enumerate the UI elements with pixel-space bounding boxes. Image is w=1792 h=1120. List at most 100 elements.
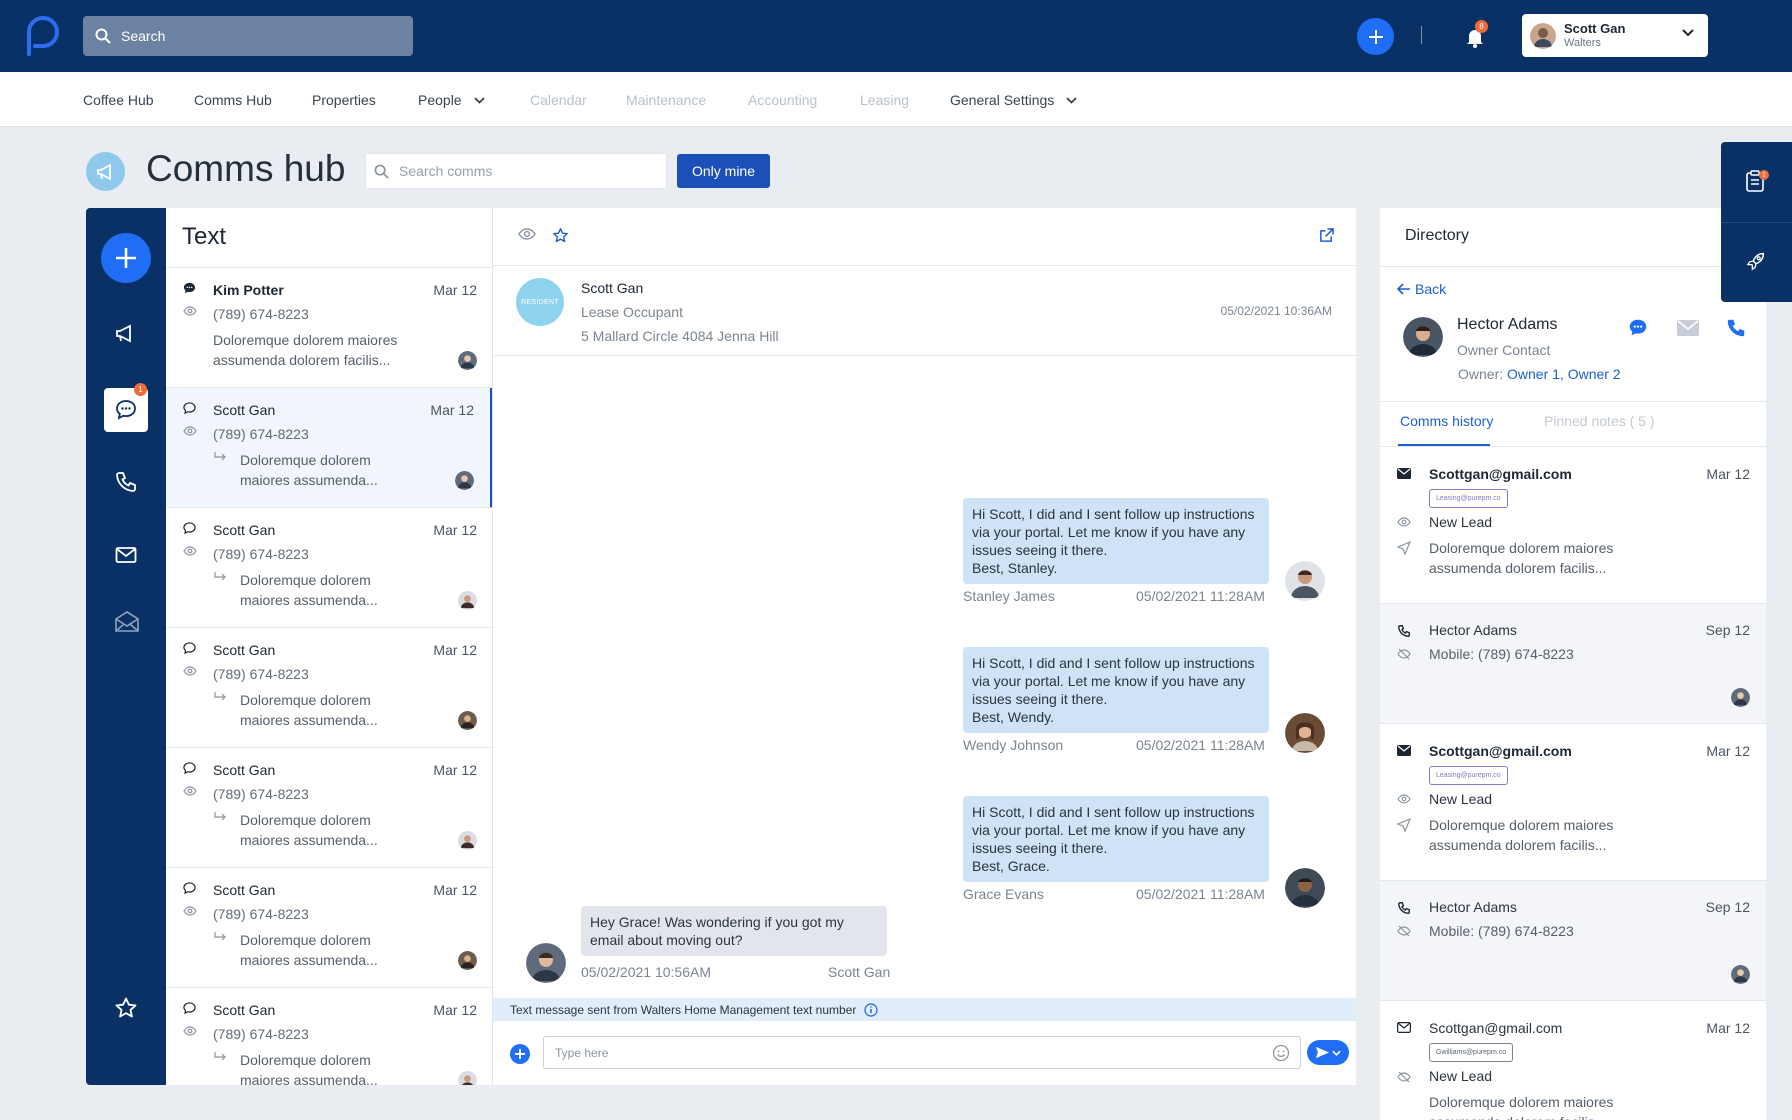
mail-icon[interactable] — [114, 543, 138, 567]
contact-name: Scott Gan — [581, 280, 644, 296]
chat-bubble-outline-icon — [183, 402, 196, 415]
info-icon[interactable] — [864, 1002, 878, 1017]
tab-comms-history[interactable]: Comms history — [1400, 413, 1493, 429]
history-date: Mar 12 — [1706, 743, 1750, 759]
chat-panel: RESIDENT Scott Gan Lease Occupant 5 Mall… — [493, 208, 1356, 1085]
reply-arrow-icon — [213, 1051, 227, 1063]
history-item[interactable]: Hector Adams Sep 12 Mobile: (789) 674-82… — [1380, 604, 1766, 724]
history-item[interactable]: Scottgan@gmail.com Mar 12 Gwilliams@pure… — [1380, 1001, 1766, 1120]
arrow-left-icon — [1397, 283, 1410, 295]
comms-search-input[interactable]: Search comms — [365, 153, 667, 189]
conversation-item[interactable]: Scott Gan Mar 12 (789) 674-8223 Doloremq… — [166, 748, 492, 868]
contact-owners: Owner: Owner 1, Owner 2 — [1458, 366, 1621, 382]
attach-button[interactable] — [510, 1044, 530, 1064]
sms-note-text: Text message sent from Walters Home Mana… — [510, 1002, 857, 1017]
message-input[interactable]: Type here — [543, 1036, 1301, 1069]
owner-links[interactable]: Owner 1, Owner 2 — [1507, 366, 1621, 382]
avatar — [526, 943, 566, 983]
message-bubble: Hi Scott, I did and I sent follow up ins… — [963, 796, 1269, 882]
mail-icon — [1397, 745, 1411, 756]
chat-bubble-icon[interactable] — [1627, 317, 1649, 339]
conversation-item[interactable]: Scott Gan Mar 12 (789) 674-8223 Doloremq… — [166, 628, 492, 748]
nav-people[interactable]: People — [418, 92, 485, 108]
avatar — [458, 951, 477, 970]
mail-icon — [1397, 468, 1411, 479]
star-icon[interactable] — [114, 996, 138, 1020]
eye-icon[interactable] — [518, 228, 536, 240]
send-button[interactable] — [1307, 1040, 1349, 1065]
back-link[interactable]: Back — [1397, 281, 1446, 297]
user-company: Walters — [1564, 36, 1601, 49]
chat-bubble-icon — [116, 400, 136, 420]
avatar — [458, 1071, 477, 1085]
history-item[interactable]: Scottgan@gmail.com Mar 12 Leasing@purepm… — [1380, 447, 1766, 604]
tab-pinned-notes[interactable]: Pinned notes ( 5 ) — [1544, 413, 1655, 429]
history-item[interactable]: Scottgan@gmail.com Mar 12 Leasing@purepm… — [1380, 724, 1766, 881]
channel-rail: 1 — [86, 208, 166, 1085]
conversation-item[interactable]: Kim Potter Mar 12 (789) 674-8223 Dolorem… — [166, 268, 492, 388]
avatar — [1285, 713, 1325, 753]
add-button[interactable] — [1357, 18, 1394, 55]
rocket-icon[interactable] — [1745, 250, 1767, 272]
nav-comms-hub[interactable]: Comms Hub — [194, 92, 272, 108]
conversation-snippet: Doloremque dolorem maiores assumenda... — [240, 692, 378, 728]
directory-title: Directory — [1405, 227, 1470, 244]
nav-general-settings[interactable]: General Settings — [950, 92, 1077, 108]
phone-icon[interactable] — [114, 470, 138, 494]
resident-badge: RESIDENT — [516, 278, 564, 326]
message-sender: Stanley James — [963, 588, 1055, 604]
user-menu[interactable]: Scott Gan Walters — [1522, 14, 1708, 57]
global-search[interactable]: Search — [83, 16, 413, 56]
star-icon[interactable] — [552, 227, 569, 244]
external-link-icon[interactable] — [1319, 228, 1334, 243]
avatar — [458, 591, 477, 610]
chat-bubble-outline-icon — [183, 1002, 196, 1015]
avatar — [1403, 317, 1443, 357]
mass-mail-icon[interactable] — [114, 610, 139, 634]
conversation-snippet: Doloremque dolorem maiores assumenda... — [240, 932, 378, 968]
contact-timestamp: 05/02/2021 10:36AM — [1220, 304, 1332, 318]
phone-icon[interactable] — [1725, 317, 1747, 339]
conversation-date: Mar 12 — [433, 1002, 477, 1018]
chevron-down-icon — [473, 96, 485, 104]
eye-off-icon — [1397, 925, 1411, 937]
new-comm-button[interactable] — [101, 233, 151, 283]
inbox-tag: Leasing@purepm.co — [1429, 766, 1508, 785]
conversation-name: Scott Gan — [213, 882, 276, 898]
megaphone-icon — [86, 152, 125, 191]
history-item[interactable]: Hector Adams Sep 12 Mobile: (789) 674-82… — [1380, 881, 1766, 1001]
conversation-snippet: Doloremque dolorem maiores assumenda... — [240, 572, 378, 608]
conversation-name: Scott Gan — [213, 402, 276, 418]
history-date: Mar 12 — [1706, 466, 1750, 482]
app-logo[interactable] — [22, 14, 62, 56]
conversation-item[interactable]: Scott Gan Mar 12 (789) 674-8223 Doloremq… — [166, 988, 492, 1085]
contact-name: Hector Adams — [1457, 316, 1558, 333]
history-title: Scottgan@gmail.com — [1429, 466, 1572, 482]
emoji-icon[interactable] — [1272, 1044, 1290, 1062]
send-icon — [1316, 1046, 1329, 1059]
avatar — [1731, 688, 1750, 707]
only-mine-button[interactable]: Only mine — [677, 154, 770, 188]
conversation-snippet: Doloremque dolorem maiores assumenda... — [240, 812, 378, 848]
text-badge: 1 — [134, 383, 147, 396]
conversation-item[interactable]: Scott Gan Mar 12 (789) 674-8223 Doloremq… — [166, 388, 492, 508]
announcements-icon[interactable] — [114, 322, 138, 346]
conversation-list: Text Kim Potter Mar 12 (789) 674-8223 Do… — [166, 208, 493, 1085]
chevron-down-icon — [1066, 96, 1077, 104]
nav-properties[interactable]: Properties — [312, 92, 376, 108]
nav-coffee-hub[interactable]: Coffee Hub — [83, 92, 154, 108]
send-outline-icon — [1397, 541, 1411, 555]
mail-icon[interactable] — [1677, 320, 1699, 336]
avatar — [458, 711, 477, 730]
conversation-item[interactable]: Scott Gan Mar 12 (789) 674-8223 Doloremq… — [166, 868, 492, 988]
user-name: Scott Gan — [1564, 20, 1626, 36]
conversation-phone: (789) 674-8223 — [213, 306, 309, 322]
chevron-down-icon — [1682, 29, 1694, 37]
chat-bubble-icon — [183, 282, 196, 295]
conversation-date: Mar 12 — [430, 402, 474, 418]
nav-maintenance: Maintenance — [626, 92, 707, 108]
conversation-item[interactable]: Scott Gan Mar 12 (789) 674-8223 Doloremq… — [166, 508, 492, 628]
quick-actions: 1 — [1721, 142, 1792, 302]
text-channel-button[interactable]: 1 — [104, 383, 148, 432]
page-title: Comms hub — [146, 148, 346, 189]
